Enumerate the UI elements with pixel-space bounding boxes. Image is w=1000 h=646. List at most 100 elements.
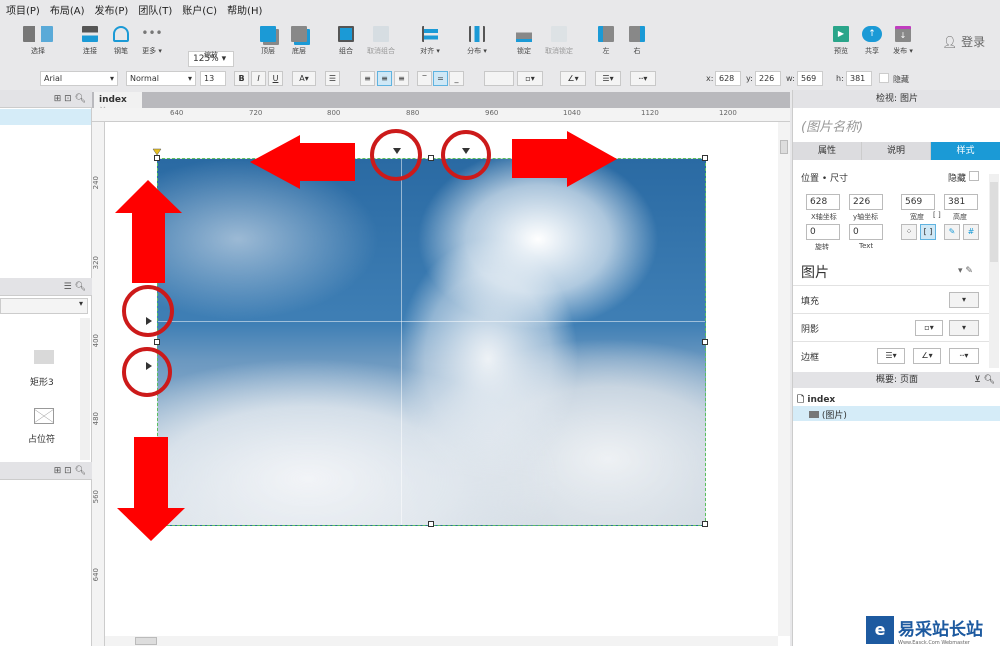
valign-top-button[interactable]: ‾ xyxy=(417,71,432,86)
crop-icon[interactable]: # xyxy=(963,224,979,240)
filter-search-icon[interactable]: ⊻ 🔍︎ xyxy=(974,372,995,388)
rotation-field[interactable]: 0 xyxy=(806,224,840,240)
x-field[interactable]: 628 xyxy=(806,194,840,210)
align-left-button[interactable]: ≡ xyxy=(360,71,375,86)
unlock-button[interactable]: 取消锁定 xyxy=(537,26,581,56)
hidden-checkbox[interactable] xyxy=(969,171,979,181)
w-input[interactable]: 569 xyxy=(797,71,823,86)
border-style-picker[interactable]: ┄▾ xyxy=(949,348,979,364)
menu-layout[interactable]: 布局(A) xyxy=(50,2,85,17)
selected-page-row[interactable] xyxy=(0,109,91,125)
valign-bottom-button[interactable]: _ xyxy=(449,71,464,86)
h-input[interactable]: 381 xyxy=(846,71,872,86)
align-right-button[interactable]: ≡ xyxy=(394,71,409,86)
font-family-select[interactable]: Arial ▾ xyxy=(40,71,118,86)
fill-color-button[interactable] xyxy=(484,71,514,86)
line-color-button[interactable]: ∠▾ xyxy=(560,71,586,86)
widget-name-input[interactable]: (图片名称) xyxy=(801,116,863,135)
edit-pen-icon[interactable]: ✎ xyxy=(944,224,960,240)
hidden-checkbox[interactable] xyxy=(879,73,889,83)
send-back-icon xyxy=(291,26,307,42)
height-caption: 高度 xyxy=(953,213,967,221)
tab-notes[interactable]: 说明 xyxy=(862,142,931,160)
resize-handle[interactable] xyxy=(154,155,160,161)
widget-type-title: 图片 xyxy=(801,265,829,281)
menu-project[interactable]: 项目(P) xyxy=(6,2,40,17)
align-button[interactable]: 对齐 ▾ xyxy=(410,26,450,56)
resize-handle[interactable] xyxy=(702,155,708,161)
canvas-vertical-scrollbar[interactable] xyxy=(778,122,790,636)
resize-handle[interactable] xyxy=(428,155,434,161)
x-caption: X轴坐标 xyxy=(811,213,837,221)
font-color-button[interactable]: A▾ xyxy=(292,71,316,86)
library-select[interactable]: ▾ xyxy=(0,298,88,314)
height-field[interactable]: 381 xyxy=(944,194,978,210)
y-field[interactable]: 226 xyxy=(849,194,883,210)
y-input[interactable]: 226 xyxy=(755,71,781,86)
underline-button[interactable]: U xyxy=(268,71,283,86)
shadow-color-picker[interactable]: ▾ xyxy=(949,320,979,336)
distribute-button[interactable]: 分布 ▾ xyxy=(457,26,497,56)
shadow-picker[interactable]: ▫▾ xyxy=(915,320,943,336)
font-weight-select[interactable]: Normal ▾ xyxy=(126,71,196,86)
resize-handle[interactable] xyxy=(154,521,160,527)
border-width-picker[interactable]: ☰▾ xyxy=(877,348,905,364)
border-color-picker[interactable]: ∠▾ xyxy=(913,348,941,364)
masters-panel-header: ⊞ ⊡ 🔍︎ xyxy=(0,462,92,480)
resize-handle[interactable] xyxy=(702,339,708,345)
tab-properties[interactable]: 属性 xyxy=(793,142,862,160)
shadow-button[interactable]: ▫▾ xyxy=(517,71,543,86)
bullet-list-button[interactable]: ☰ xyxy=(325,71,340,86)
fit-content-button[interactable]: ⁘ xyxy=(901,224,917,240)
lock-icon xyxy=(516,26,532,42)
font-size-select[interactable]: 13 xyxy=(200,71,226,86)
line-style-button[interactable]: ┄▾ xyxy=(630,71,656,86)
rotation-caption: 旋转 xyxy=(815,243,829,251)
shadow-row: 阴影 ▫▾ ▾ xyxy=(793,313,989,341)
library-item-placeholder[interactable]: 占位符 xyxy=(28,432,55,445)
library-panel-header: ☰ 🔍︎ xyxy=(0,278,92,296)
rectangle-widget-icon xyxy=(34,350,54,364)
fill-color-picker[interactable]: ▾ xyxy=(949,292,979,308)
slice-guide-vertical xyxy=(401,159,402,525)
valign-middle-button[interactable]: = xyxy=(433,71,448,86)
lock-ratio-icon[interactable]: [ ] xyxy=(933,211,941,219)
login-button[interactable]: 👤︎ 登录 xyxy=(942,33,985,50)
resize-handle[interactable] xyxy=(428,521,434,527)
right-button[interactable]: 右 xyxy=(617,26,657,56)
send-to-back-button[interactable]: 底层 xyxy=(279,26,319,56)
dock-right-icon xyxy=(629,26,645,42)
auto-fit-button[interactable]: [ ] xyxy=(920,224,936,240)
style-dropdown-icon[interactable]: ▾ ✎ xyxy=(958,266,973,276)
menu-bar: 项目(P) 布局(A) 发布(P) 团队(T) 账户(C) 帮助(H) xyxy=(0,0,1000,18)
line-width-button[interactable]: ☰▾ xyxy=(595,71,621,86)
width-field[interactable]: 569 xyxy=(901,194,935,210)
border-row: 边框 ☰▾ ∠▾ ┄▾ xyxy=(793,341,989,369)
library-item-rectangle3[interactable]: 矩形3 xyxy=(30,375,54,388)
play-icon: ▶ xyxy=(833,26,849,42)
tab-index[interactable]: index × xyxy=(94,92,142,115)
cloud-image-widget[interactable] xyxy=(154,155,708,527)
canvas-horizontal-scrollbar[interactable] xyxy=(105,636,778,646)
tab-style[interactable]: 样式 xyxy=(931,142,1000,160)
menu-help[interactable]: 帮助(H) xyxy=(227,2,262,17)
outline-item-image[interactable]: (图片) xyxy=(793,406,1000,421)
library-scrollbar[interactable] xyxy=(80,318,90,460)
ungroup-button[interactable]: 取消组合 xyxy=(359,26,403,56)
resize-handle[interactable] xyxy=(154,339,160,345)
resize-handle[interactable] xyxy=(702,521,708,527)
text-rotation-field[interactable]: 0 xyxy=(849,224,883,240)
more-button[interactable]: ••• 更多 ▾ xyxy=(132,26,172,56)
x-input[interactable]: 628 xyxy=(715,71,741,86)
select-button[interactable]: 选择 xyxy=(16,26,60,56)
menu-team[interactable]: 团队(T) xyxy=(138,2,172,17)
inspector-scrollbar[interactable] xyxy=(989,174,999,368)
menu-account[interactable]: 账户(C) xyxy=(182,2,217,17)
menu-publish[interactable]: 发布(P) xyxy=(95,2,129,17)
bold-button[interactable]: B xyxy=(234,71,249,86)
publish-button[interactable]: ↓ 发布 ▾ xyxy=(883,26,923,56)
align-center-button[interactable]: ≡ xyxy=(377,71,392,86)
tab-bar: index × xyxy=(92,92,790,115)
toolbar: 选择 连接 钢笔 ••• 更多 ▾ 125% ▾ 缩放 顶层 底层 组合 取消组合… xyxy=(0,20,1000,67)
italic-button[interactable]: I xyxy=(251,71,266,86)
